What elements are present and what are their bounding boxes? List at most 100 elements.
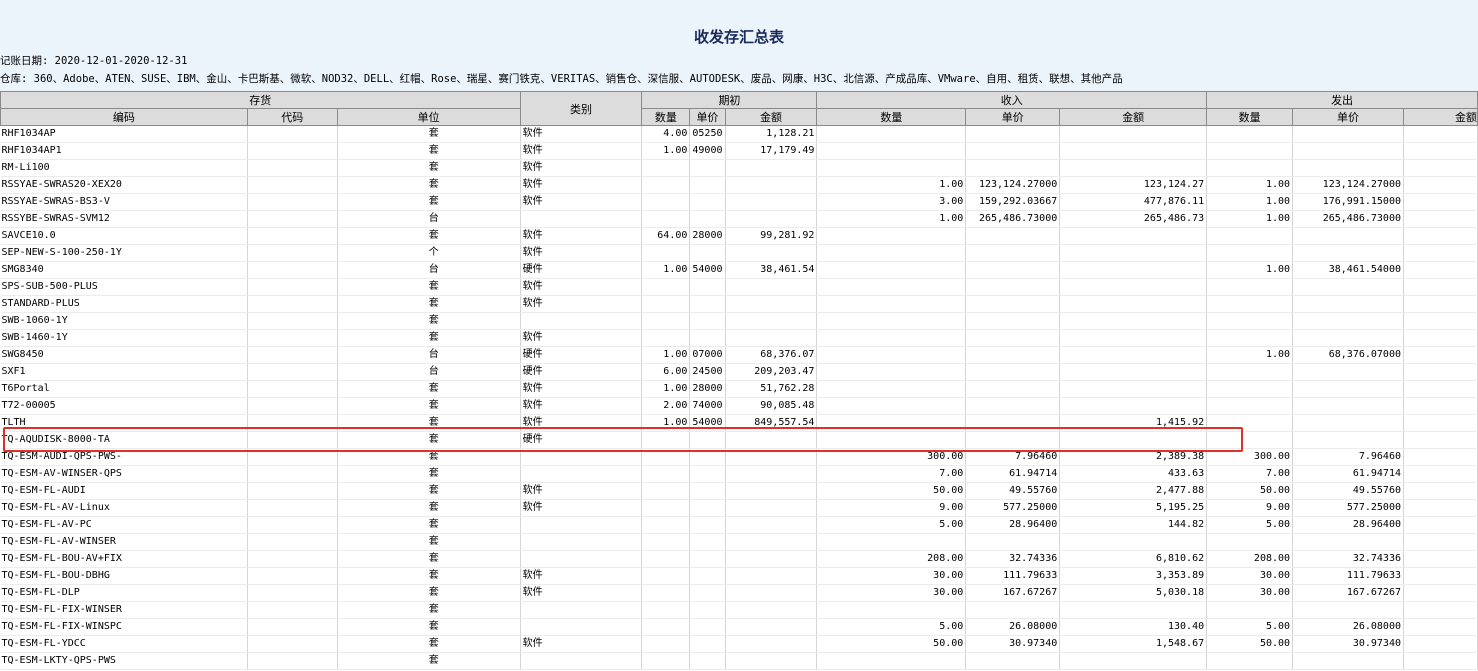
cell-opening-price[interactable]: 24500	[689, 363, 726, 381]
table-row[interactable]: TQ-ESM-FL-YDCC 套软件 50.00 30.97340 1,548.67 50…	[0, 635, 1478, 653]
cell-issues-price[interactable]: 26.08000	[1292, 618, 1404, 636]
cell-category[interactable]	[520, 652, 643, 670]
cell-receipts-price[interactable]: 49.55760	[965, 482, 1061, 500]
cell-issues-price[interactable]	[1292, 142, 1404, 160]
cell-issues-qty[interactable]: 1.00	[1206, 261, 1294, 279]
table-row[interactable]: SPS-SUB-500-PLUS 套 软件	[0, 278, 1478, 296]
cell-issues-qty[interactable]: 30.00	[1206, 584, 1294, 602]
cell-issues-qty[interactable]: 9.00	[1206, 499, 1294, 517]
cell-opening-amount[interactable]	[725, 652, 818, 670]
table-row[interactable]: SWB-1460-1Y 套 软件	[0, 329, 1478, 347]
cell-opening-qty[interactable]	[641, 499, 691, 517]
cell-category[interactable]: 硬件	[520, 346, 643, 364]
cell-issues-price[interactable]: 32.74336	[1292, 550, 1404, 568]
cell-code[interactable]: SWG8450	[0, 346, 248, 364]
table-row[interactable]: SWB-1060-1Y 套	[0, 312, 1478, 330]
cell-issues-price[interactable]	[1292, 295, 1404, 313]
cell-receipts-amount[interactable]: 130.40	[1059, 618, 1208, 636]
cell-unit[interactable]: 套	[337, 295, 521, 313]
cell-category[interactable]: 硬件	[520, 363, 643, 381]
cell-unit[interactable]: 台	[337, 346, 521, 364]
cell-opening-price[interactable]	[689, 448, 726, 466]
cell-receipts-price[interactable]	[965, 601, 1061, 619]
cell-category[interactable]	[520, 516, 643, 534]
cell-receipts-amount[interactable]	[1059, 346, 1208, 364]
cell-receipts-price[interactable]: 32.74336	[965, 550, 1061, 568]
cell-opening-amount[interactable]: 209,203.47	[725, 363, 818, 381]
cell-opening-price[interactable]: 54000	[689, 261, 726, 279]
cell-receipts-qty[interactable]: 30.00	[816, 584, 967, 602]
cell-alias[interactable]	[247, 533, 338, 551]
cell-receipts-amount[interactable]	[1059, 363, 1208, 381]
cell-alias[interactable]	[247, 346, 338, 364]
cell-opening-qty[interactable]	[641, 635, 691, 653]
header-receipts[interactable]: 收入	[816, 91, 1208, 109]
cell-category[interactable]: 软件	[520, 227, 643, 245]
cell-opening-price[interactable]	[689, 635, 726, 653]
cell-category[interactable]: 软件	[520, 142, 643, 160]
cell-receipts-price[interactable]	[965, 159, 1061, 177]
cell-issues-price[interactable]: 577.25000	[1292, 499, 1404, 517]
cell-opening-qty[interactable]: 1.00	[641, 380, 691, 398]
cell-alias[interactable]	[247, 584, 338, 602]
cell-issues-amount[interactable]	[1403, 346, 1478, 364]
cell-alias[interactable]	[247, 567, 338, 585]
cell-issues-price[interactable]	[1292, 431, 1404, 449]
cell-receipts-qty[interactable]	[816, 244, 967, 262]
cell-issues-amount[interactable]	[1403, 431, 1478, 449]
table-row[interactable]: TQ-ESM-FL-AV-WINSER 套	[0, 533, 1478, 551]
cell-opening-qty[interactable]	[641, 482, 691, 500]
cell-issues-amount[interactable]	[1403, 652, 1478, 670]
cell-receipts-qty[interactable]	[816, 295, 967, 313]
cell-issues-amount[interactable]	[1403, 465, 1478, 483]
cell-issues-price[interactable]: 28.96400	[1292, 516, 1404, 534]
cell-unit[interactable]: 套	[337, 380, 521, 398]
cell-issues-amount[interactable]	[1403, 159, 1478, 177]
cell-alias[interactable]	[247, 261, 338, 279]
cell-issues-price[interactable]: 49.55760	[1292, 482, 1404, 500]
cell-alias[interactable]	[247, 635, 338, 653]
cell-alias[interactable]	[247, 295, 338, 313]
cell-unit[interactable]: 套	[337, 584, 521, 602]
cell-receipts-amount[interactable]: 2,389.38	[1059, 448, 1208, 466]
table-row[interactable]: TLTH 套 软件 1.00 54000 849,557.54 1,415.92	[0, 414, 1478, 432]
cell-opening-qty[interactable]: 1.00	[641, 142, 691, 160]
cell-code[interactable]: SEP-NEW-S-100-250-1Y	[0, 244, 248, 262]
cell-receipts-price[interactable]	[965, 278, 1061, 296]
cell-opening-qty[interactable]	[641, 465, 691, 483]
table-row[interactable]: RSSYAE-SWRAS-BS3-V 套 软件 3.00 159,292.03667 47…	[0, 193, 1478, 211]
cell-category[interactable]: 软件	[520, 584, 643, 602]
cell-receipts-amount[interactable]	[1059, 295, 1208, 313]
cell-receipts-qty[interactable]: 208.00	[816, 550, 967, 568]
cell-opening-price[interactable]: 07000	[689, 346, 726, 364]
cell-receipts-amount[interactable]	[1059, 533, 1208, 551]
header-receipts-price[interactable]: 单价	[965, 108, 1061, 126]
cell-issues-qty[interactable]: 5.00	[1206, 618, 1294, 636]
header-unit[interactable]: 单位	[336, 108, 521, 126]
cell-unit[interactable]: 套	[337, 482, 521, 500]
cell-receipts-price[interactable]: 61.94714	[965, 465, 1061, 483]
cell-receipts-amount[interactable]: 5,030.18	[1059, 584, 1208, 602]
cell-unit[interactable]: 套	[337, 516, 521, 534]
cell-receipts-qty[interactable]: 300.00	[816, 448, 967, 466]
cell-opening-qty[interactable]	[641, 210, 691, 228]
cell-receipts-amount[interactable]: 5,195.25	[1059, 499, 1208, 517]
cell-code[interactable]: TQ-ESM-FL-BOU-AV+FIX	[0, 550, 248, 568]
cell-opening-amount[interactable]: 90,085.48	[725, 397, 818, 415]
cell-category[interactable]: 软件	[520, 482, 643, 500]
cell-issues-price[interactable]: 7.96460	[1292, 448, 1404, 466]
cell-code[interactable]: SWB-1460-1Y	[0, 329, 248, 347]
table-row[interactable]: TQ-ESM-FL-DLP 套软件 30.00 167.67267 5,030.18 30…	[0, 584, 1478, 602]
cell-receipts-amount[interactable]	[1059, 329, 1208, 347]
cell-category[interactable]	[520, 550, 643, 568]
cell-receipts-qty[interactable]	[816, 397, 967, 415]
cell-code[interactable]: RSSYAE-SWRAS20-XEX20	[0, 176, 248, 194]
cell-code[interactable]: TQ-ESM-FL-AV-Linux	[0, 499, 248, 517]
table-row[interactable]: TQ-ESM-AUDI-QPS-PWS- 套 300.00 7.96460 2,389.…	[0, 448, 1478, 466]
table-row[interactable]: RHF1034AP1 套 软件 1.00 49000 17,179.49	[0, 142, 1478, 160]
cell-alias[interactable]	[247, 414, 338, 432]
cell-receipts-qty[interactable]: 9.00	[816, 499, 967, 517]
cell-issues-price[interactable]	[1292, 329, 1404, 347]
cell-alias[interactable]	[247, 176, 338, 194]
cell-category[interactable]	[520, 465, 643, 483]
